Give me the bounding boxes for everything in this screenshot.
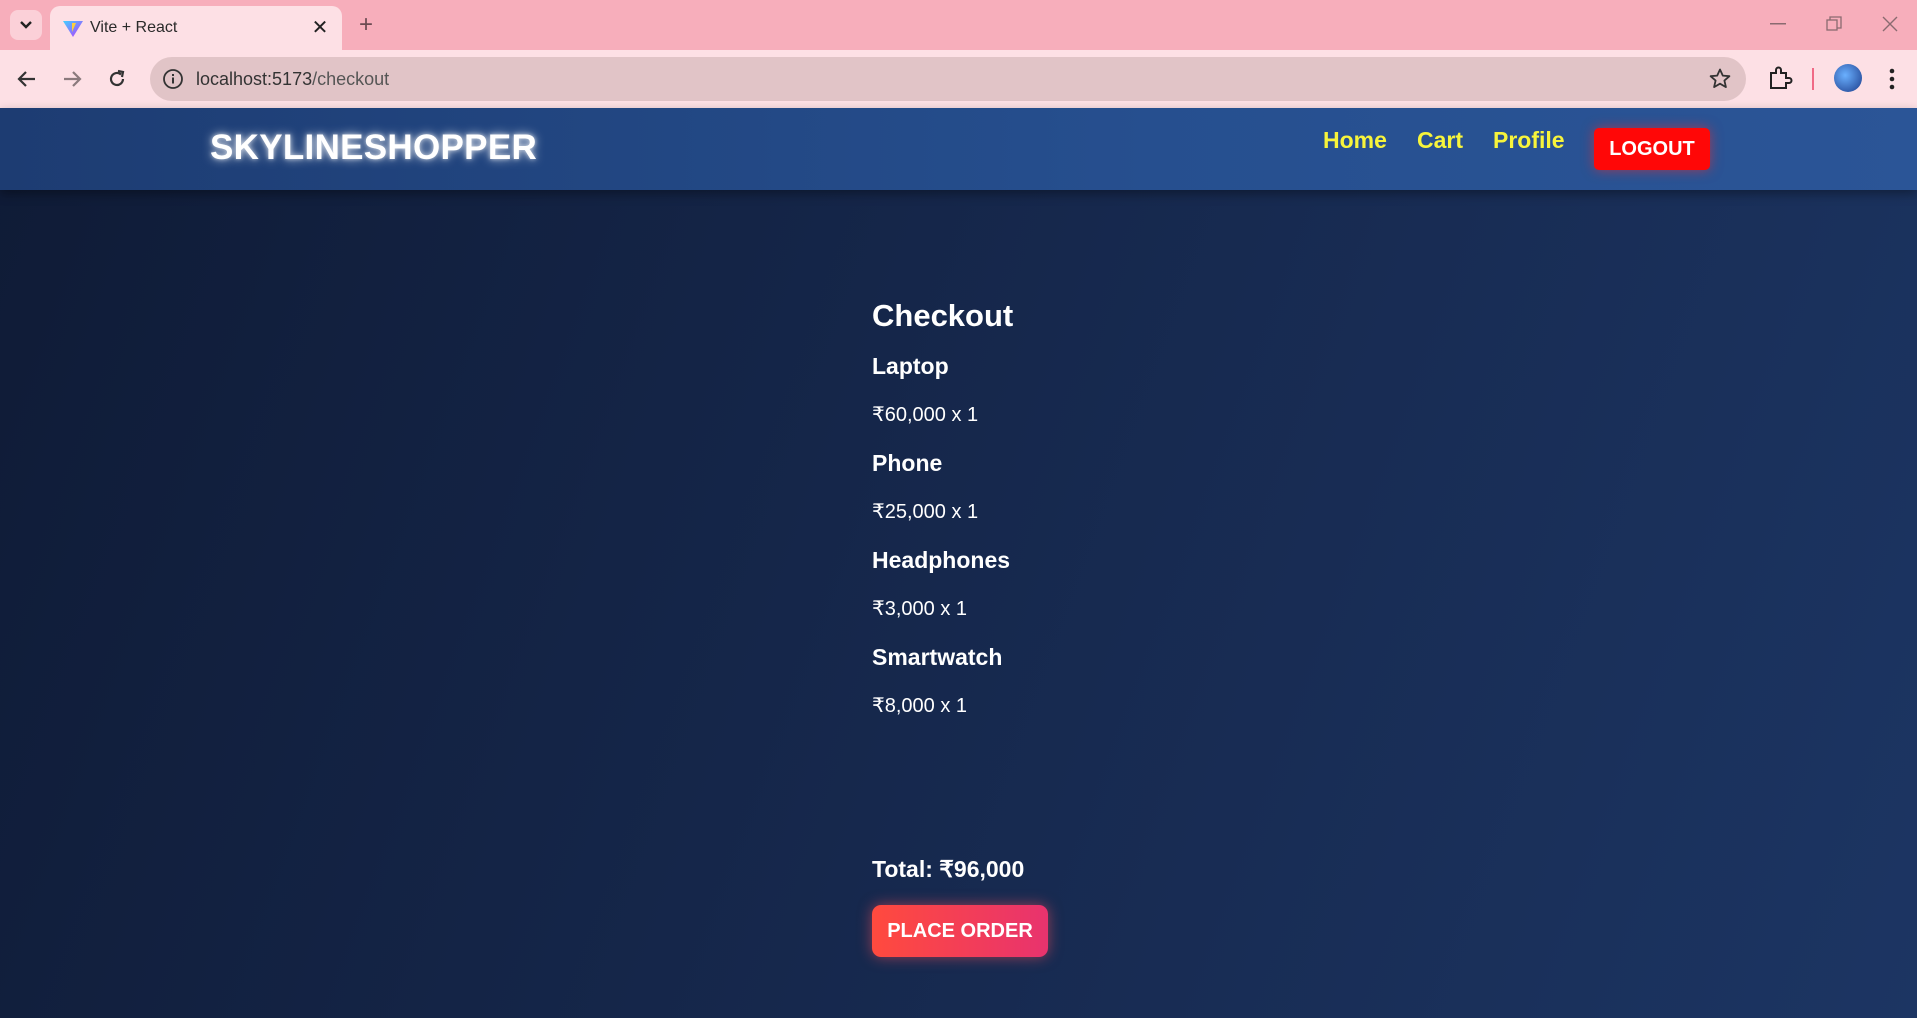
item-price: ₹25,000 x 1 bbox=[872, 501, 979, 523]
close-tab-icon[interactable]: ✕ bbox=[308, 15, 332, 39]
extensions-puzzle-icon[interactable] bbox=[1766, 64, 1794, 92]
page-content: SKYLINESHOPPER Home Cart Profile LOGOUT … bbox=[0, 108, 1917, 1018]
toolbar-divider bbox=[1812, 68, 1814, 90]
browser-toolbar: localhost:5173/checkout bbox=[0, 50, 1917, 108]
item-name: Phone bbox=[872, 450, 943, 476]
item-price: ₹60,000 x 1 bbox=[872, 404, 979, 426]
page-title: Checkout bbox=[872, 298, 1014, 333]
tab-title: Vite + React bbox=[90, 19, 178, 36]
logout-button[interactable]: LOGOUT bbox=[1594, 128, 1710, 170]
url-path: /checkout bbox=[312, 69, 390, 89]
order-total: Total: ₹96,000 bbox=[872, 856, 1025, 882]
nav-link-cart[interactable]: Cart bbox=[1417, 127, 1463, 154]
site-info-icon[interactable] bbox=[162, 68, 184, 90]
close-window-icon[interactable] bbox=[1870, 8, 1910, 40]
item-name: Smartwatch bbox=[872, 644, 1003, 670]
item-name: Headphones bbox=[872, 547, 1011, 573]
restore-icon[interactable] bbox=[1814, 8, 1854, 40]
item-price: ₹3,000 x 1 bbox=[872, 598, 968, 620]
brand-logo[interactable]: SKYLINESHOPPER bbox=[210, 128, 537, 168]
profile-avatar[interactable] bbox=[1834, 64, 1862, 92]
item-price: ₹8,000 x 1 bbox=[872, 695, 968, 717]
site-navbar: SKYLINESHOPPER Home Cart Profile LOGOUT bbox=[0, 108, 1917, 190]
minimize-icon[interactable] bbox=[1758, 8, 1798, 40]
url-text[interactable]: localhost:5173/checkout bbox=[196, 69, 389, 90]
back-arrow-icon[interactable] bbox=[10, 62, 44, 96]
new-tab-icon[interactable]: + bbox=[352, 11, 380, 39]
reload-icon[interactable] bbox=[100, 62, 134, 96]
address-bar[interactable]: localhost:5173/checkout bbox=[150, 57, 1746, 101]
browser-tab-strip: Vite + React ✕ + bbox=[0, 0, 1917, 50]
bookmark-star-icon[interactable] bbox=[1708, 67, 1732, 91]
tab-search-button[interactable] bbox=[10, 10, 42, 40]
chevron-down-icon bbox=[20, 21, 32, 29]
item-name: Laptop bbox=[872, 353, 949, 379]
place-order-button[interactable]: PLACE ORDER bbox=[872, 905, 1048, 957]
browser-tab[interactable]: Vite + React ✕ bbox=[50, 6, 342, 50]
forward-arrow-icon[interactable] bbox=[55, 62, 89, 96]
kebab-menu-icon[interactable] bbox=[1880, 64, 1904, 94]
vite-logo-icon bbox=[63, 21, 83, 37]
nav-link-profile[interactable]: Profile bbox=[1493, 127, 1565, 154]
nav-link-home[interactable]: Home bbox=[1323, 127, 1387, 154]
url-host: localhost:5173 bbox=[196, 69, 313, 89]
